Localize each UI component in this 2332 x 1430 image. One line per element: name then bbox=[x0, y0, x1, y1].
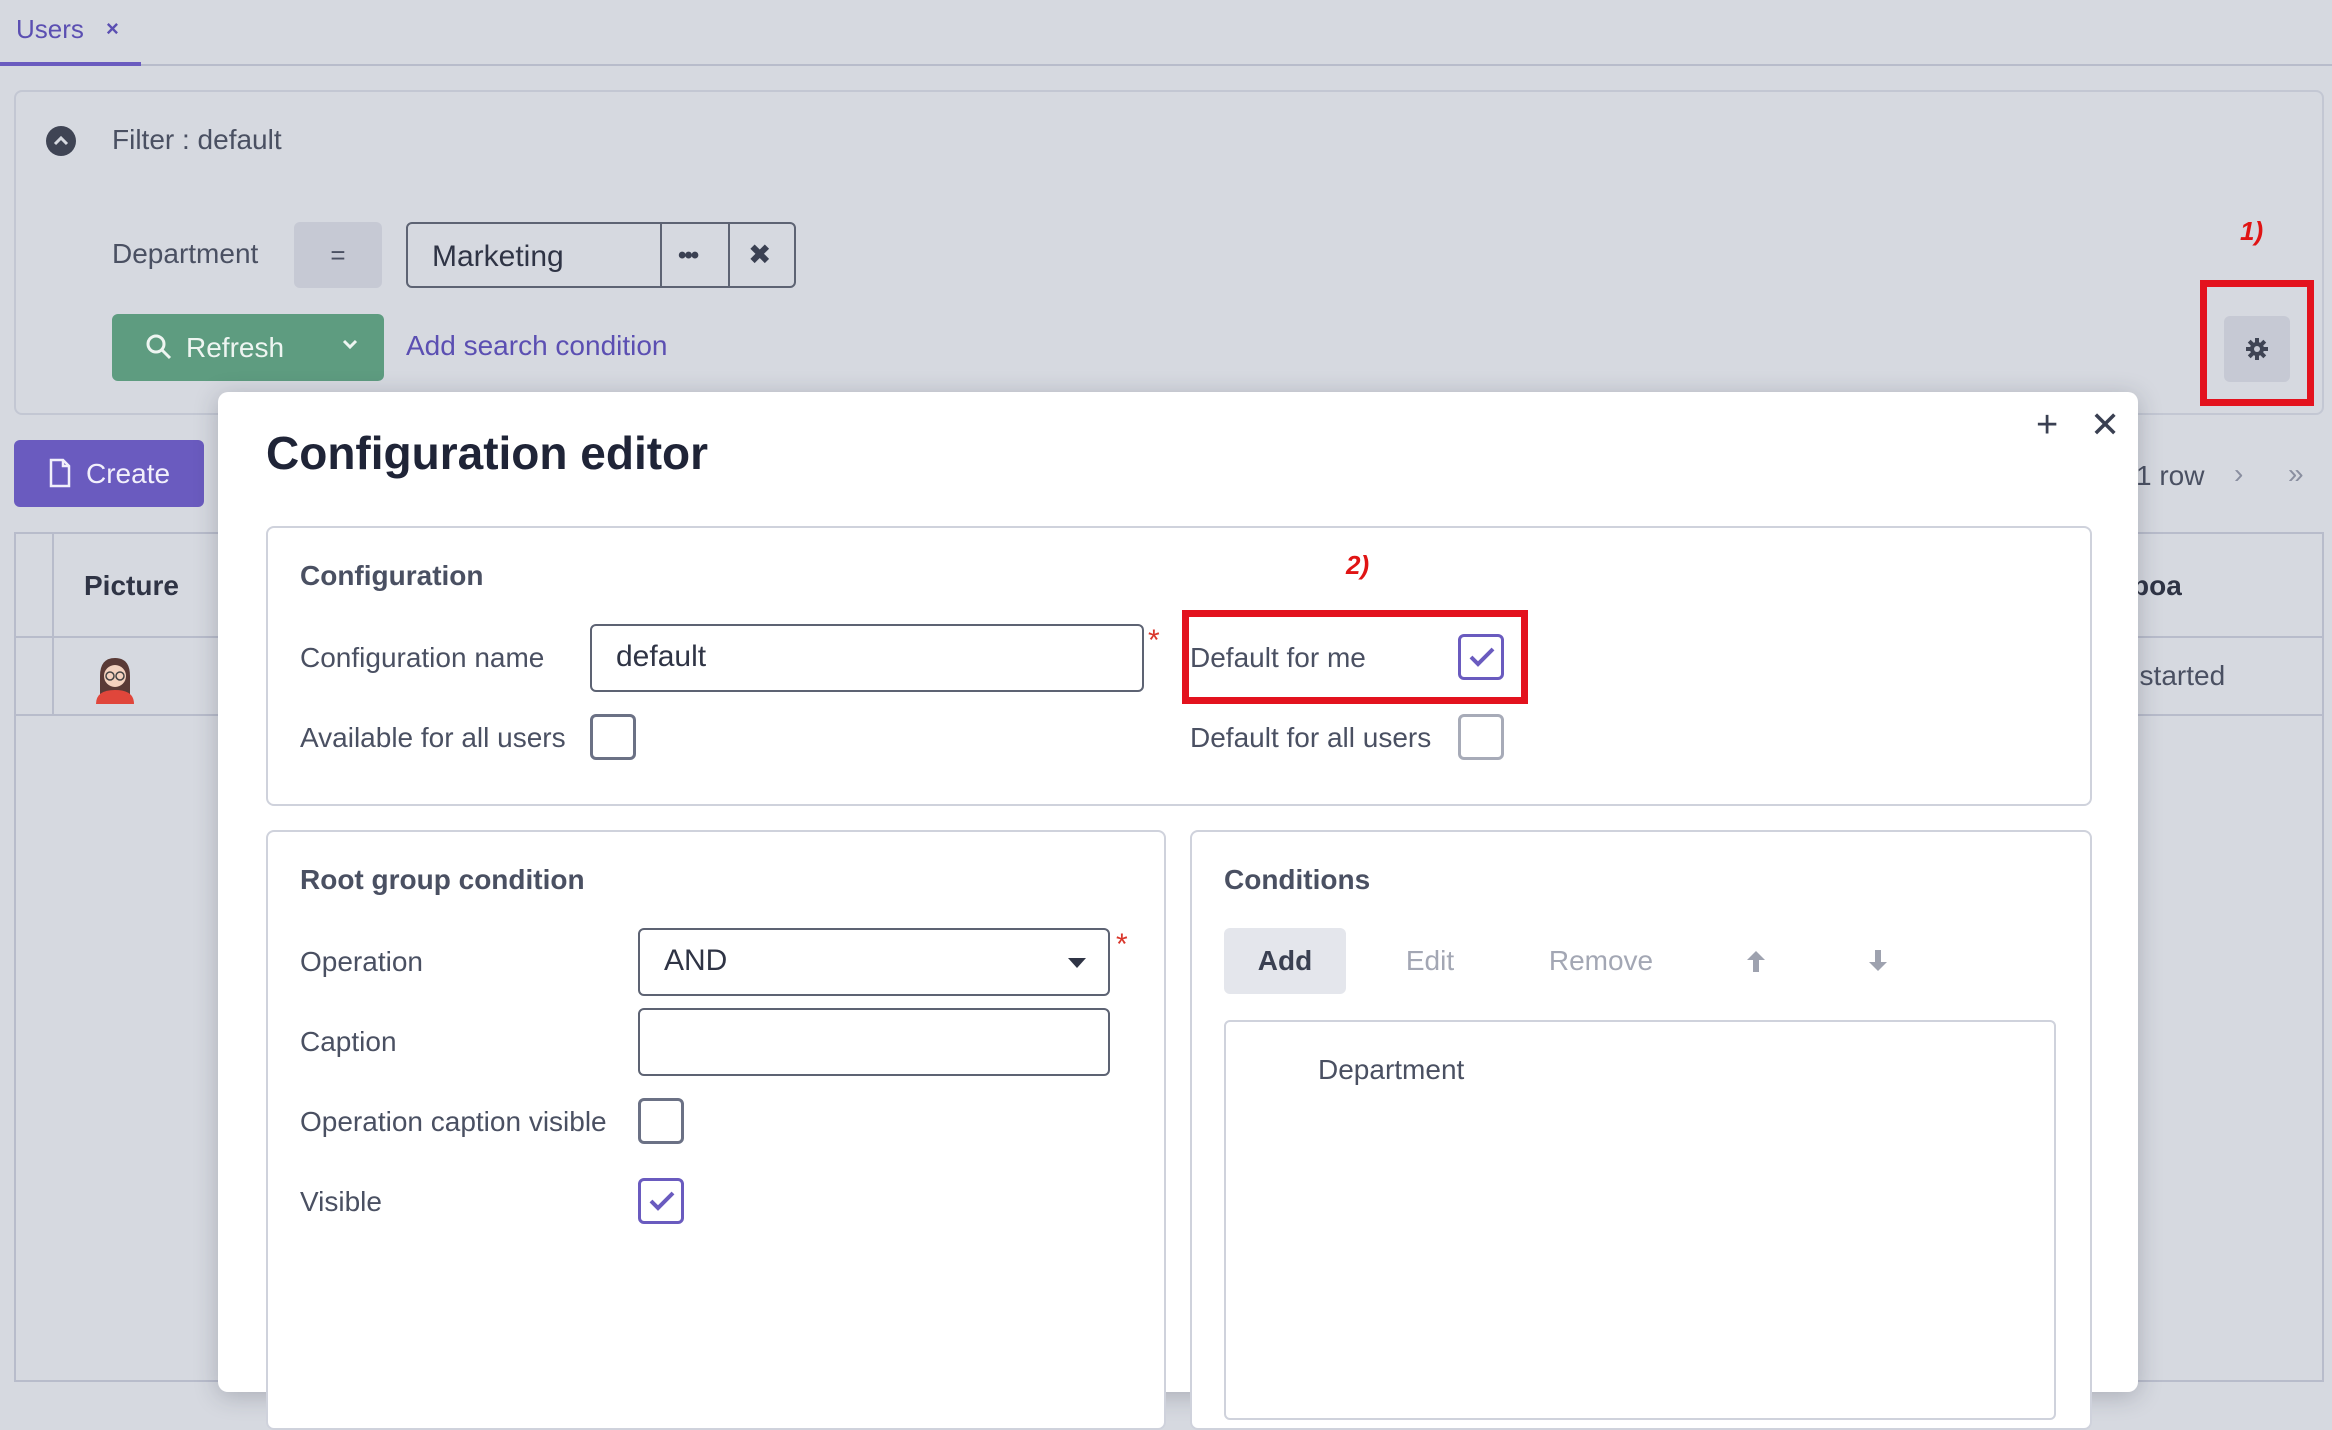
configuration-name-input[interactable]: default bbox=[590, 624, 1144, 692]
filter-title: Filter : default bbox=[112, 124, 282, 155]
visible-label: Visible bbox=[300, 1186, 382, 1217]
avatar bbox=[96, 658, 134, 704]
tab-label[interactable]: Users bbox=[16, 14, 84, 45]
operation-label: Operation bbox=[300, 946, 423, 977]
arrow-up-icon[interactable] bbox=[1744, 948, 1768, 974]
remove-condition-button[interactable]: Remove bbox=[1536, 928, 1666, 994]
caption-input[interactable] bbox=[638, 1008, 1110, 1076]
column-header-picture[interactable]: Picture bbox=[84, 570, 179, 602]
table-cell: : started bbox=[2124, 660, 2226, 691]
annotation-2: 2) bbox=[1346, 550, 1370, 580]
add-search-condition-link[interactable]: Add search condition bbox=[406, 330, 668, 362]
default-for-all-label: Default for all users bbox=[1190, 722, 1432, 753]
operation-select[interactable]: AND bbox=[638, 928, 1110, 996]
next-page-icon[interactable]: › bbox=[2234, 458, 2243, 490]
settings-button[interactable] bbox=[2224, 316, 2290, 382]
chevron-down-icon bbox=[1068, 958, 1086, 968]
visible-checkbox[interactable] bbox=[638, 1178, 684, 1224]
checkmark-icon bbox=[649, 1191, 675, 1211]
divider bbox=[52, 532, 54, 716]
conditions-title: Conditions bbox=[1224, 864, 1371, 895]
condition-item-department[interactable]: Department bbox=[1318, 1054, 1464, 1086]
checkmark-icon bbox=[1469, 647, 1495, 667]
row-count: 1 row bbox=[2136, 460, 2205, 491]
create-label: Create bbox=[86, 458, 171, 489]
divider bbox=[660, 224, 662, 286]
root-group-title: Root group condition bbox=[300, 864, 585, 895]
tab-users[interactable]: Users × bbox=[0, 0, 141, 66]
add-condition-button[interactable]: Add bbox=[1224, 928, 1346, 994]
configuration-name-value: default bbox=[616, 640, 707, 673]
column-header[interactable]: boa bbox=[2132, 570, 2182, 602]
dialog-title: Configuration editor bbox=[266, 427, 709, 479]
divider bbox=[728, 224, 730, 286]
collapse-icon[interactable] bbox=[46, 126, 76, 156]
configuration-name-label: Configuration name bbox=[300, 642, 545, 673]
refresh-button[interactable]: Refresh bbox=[112, 314, 384, 381]
required-mark: * bbox=[1116, 928, 1128, 961]
condition-value-field[interactable]: Marketing ••• ✖ bbox=[406, 222, 796, 288]
refresh-label: Refresh bbox=[186, 332, 285, 363]
document-icon bbox=[49, 458, 71, 488]
default-for-me-label: Default for me bbox=[1190, 642, 1366, 673]
operation-caption-visible-label: Operation caption visible bbox=[300, 1106, 607, 1137]
clear-icon[interactable]: ✖ bbox=[748, 238, 771, 271]
create-button[interactable]: Create bbox=[14, 440, 204, 507]
annotation-1: 1) bbox=[2240, 216, 2264, 246]
gear-icon bbox=[2246, 338, 2268, 360]
chevron-down-icon[interactable] bbox=[340, 334, 360, 354]
operator-button[interactable]: = bbox=[294, 222, 382, 288]
last-page-icon[interactable]: » bbox=[2288, 458, 2304, 490]
operation-value: AND bbox=[664, 944, 728, 977]
caption-label: Caption bbox=[300, 1026, 397, 1057]
default-for-all-checkbox[interactable] bbox=[1458, 714, 1504, 760]
default-for-me-checkbox[interactable] bbox=[1458, 634, 1504, 680]
configuration-group-title: Configuration bbox=[300, 560, 484, 591]
condition-value: Marketing bbox=[432, 240, 564, 273]
search-icon bbox=[146, 334, 172, 360]
tab-bar: Users × bbox=[0, 0, 2332, 66]
available-all-label: Available for all users bbox=[300, 722, 566, 753]
edit-condition-button[interactable]: Edit bbox=[1394, 928, 1466, 994]
arrow-down-icon[interactable] bbox=[1866, 948, 1890, 974]
tab-close-icon[interactable]: × bbox=[106, 16, 119, 42]
maximize-icon[interactable]: + bbox=[2036, 404, 2058, 447]
required-mark: * bbox=[1148, 624, 1160, 657]
ellipsis-icon[interactable]: ••• bbox=[678, 242, 699, 270]
operation-caption-visible-checkbox[interactable] bbox=[638, 1098, 684, 1144]
close-icon[interactable]: ✕ bbox=[2090, 404, 2120, 446]
condition-field-label: Department bbox=[112, 238, 259, 269]
available-all-checkbox[interactable] bbox=[590, 714, 636, 760]
